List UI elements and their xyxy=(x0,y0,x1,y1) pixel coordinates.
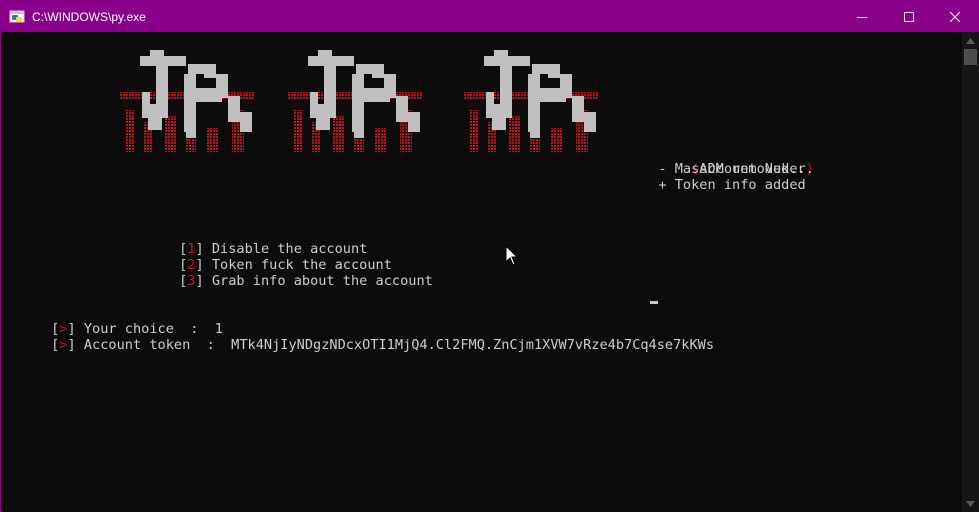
scroll-up-arrow-icon xyxy=(966,37,975,44)
token-input-line[interactable]: [>] Account token : MTk4NjIyNDgzNDcxOTI1… xyxy=(2,321,714,353)
info-note: + Token info added xyxy=(642,177,806,193)
minimize-icon xyxy=(857,16,867,18)
python-app-icon[interactable] xyxy=(9,9,25,25)
title-bar[interactable]: C:\WINDOWS\py.exe xyxy=(1,1,978,32)
vertical-scrollbar[interactable] xyxy=(962,32,979,512)
menu-option-1: [1] Disable the account xyxy=(179,241,368,257)
window-title: C:\WINDOWS\py.exe xyxy=(32,10,146,24)
console-window: C:\WINDOWS\py.exe (Account Nuker) - Mass… xyxy=(0,0,979,512)
info-note: - MassDM removed... xyxy=(642,161,814,177)
maximize-icon xyxy=(904,11,914,22)
scrollbar-thumb[interactable] xyxy=(964,49,977,65)
minimize-button[interactable] xyxy=(839,1,885,32)
close-icon xyxy=(950,11,960,22)
info-title-line: (Account Nuker) xyxy=(691,161,814,177)
mouse-pointer-icon xyxy=(505,245,519,266)
scroll-down-arrow-icon xyxy=(966,500,975,507)
choice-prompt: [>] Your choice : 1 xyxy=(51,321,223,337)
close-button[interactable] xyxy=(932,1,978,32)
text-cursor xyxy=(650,301,658,304)
ascii-art-banner xyxy=(120,50,598,152)
menu-option-2: [2] Token fuck the account xyxy=(179,257,392,273)
console-output[interactable]: (Account Nuker) - MassDM removed... + To… xyxy=(2,32,962,512)
maximize-button[interactable] xyxy=(886,1,932,32)
scroll-up-button[interactable] xyxy=(962,32,979,49)
menu-option-3: [3] Grab info about the account xyxy=(179,273,433,289)
scroll-down-button[interactable] xyxy=(962,495,979,512)
